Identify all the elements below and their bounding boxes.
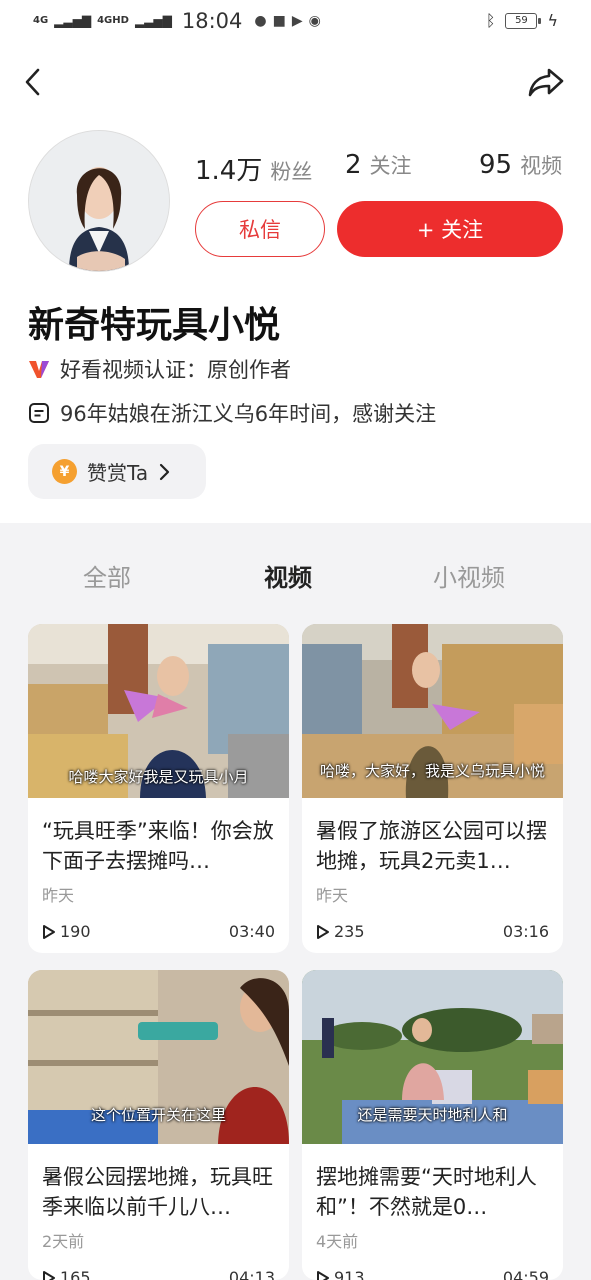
compass-icon: ◉ bbox=[308, 13, 321, 29]
reward-label: 赞赏Ta bbox=[87, 461, 149, 485]
video-thumbnail[interactable]: 还是需要天时地利人和 bbox=[302, 970, 563, 1144]
video-card[interactable]: 还是需要天时地利人和 摆地摊需要“天时地利人和”！不然就是0… 4天前 913 … bbox=[302, 970, 563, 1280]
video-duration: 04:13 bbox=[228, 1268, 275, 1280]
tab-all[interactable]: 全部 bbox=[83, 558, 131, 593]
videos-stat[interactable]: 95 视频 bbox=[479, 150, 562, 180]
videos-count: 95 bbox=[479, 150, 513, 180]
plays-count: 165 bbox=[60, 1268, 91, 1280]
profile-header: 4G ▂▃▅▇ 4GHD ▂▃▅▇ 18:04 ● ■ ▶ ◉ ᛒ 59 ϟ 1… bbox=[0, 0, 591, 523]
following-count: 2 bbox=[345, 150, 362, 180]
content-tabs: 全部 视频 小视频 bbox=[0, 548, 591, 604]
video-caption: 哈喽，大家好，我是义乌玩具小悦 bbox=[319, 762, 545, 780]
signal-label-2: 4GHD bbox=[97, 15, 129, 26]
fans-stat[interactable]: 1.4万 粉丝 bbox=[195, 150, 312, 187]
video-title[interactable]: 暑假公园摆地摊，玩具旺季来临以前千儿八… bbox=[42, 1162, 278, 1222]
description-text: 96年姑娘在浙江义乌6年时间，感谢关注 bbox=[60, 402, 437, 426]
charging-icon: ϟ bbox=[547, 11, 558, 30]
video-card[interactable]: 哈喽，大家好，我是义乌玩具小悦 暑假了旅游区公园可以摆地摊，玩具2元卖1… 昨天… bbox=[302, 624, 563, 953]
private-message-button[interactable]: 私信 bbox=[195, 201, 325, 257]
play-count-icon bbox=[43, 1270, 55, 1280]
bluetooth-icon: ᛒ bbox=[485, 11, 496, 30]
signal-bars-icon: ▂▃▅▇ bbox=[54, 14, 92, 28]
fans-count: 1.4万 bbox=[195, 156, 263, 186]
following-label: 关注 bbox=[369, 154, 412, 178]
follow-button[interactable]: + 关注 bbox=[337, 201, 563, 257]
plays-count: 235 bbox=[334, 922, 365, 941]
chevron-right-icon bbox=[160, 463, 170, 480]
reward-coin-icon: ¥ bbox=[52, 459, 77, 484]
video-time: 昨天 bbox=[42, 886, 75, 905]
profile-name: 新奇特玩具小悦 bbox=[28, 305, 281, 346]
avatar-portrait-image bbox=[29, 131, 169, 271]
video-time: 2天前 bbox=[42, 1232, 85, 1251]
signal-label-1: 4G bbox=[33, 15, 49, 26]
video-caption: 还是需要天时地利人和 bbox=[357, 1106, 508, 1124]
video-app-icon: ▶ bbox=[291, 13, 303, 29]
signal-bars-icon-2: ▂▃▅▇ bbox=[134, 14, 172, 28]
description-row: 96年姑娘在浙江义乌6年时间，感谢关注 bbox=[28, 398, 436, 428]
video-caption: 这个位置开关在这里 bbox=[90, 1106, 226, 1124]
avatar[interactable] bbox=[28, 130, 170, 272]
share-icon[interactable] bbox=[527, 66, 565, 98]
clock: 18:04 bbox=[181, 9, 243, 33]
certification-row: 好看视频认证：原创作者 bbox=[28, 354, 291, 384]
certification-text: 好看视频认证：原创作者 bbox=[60, 358, 291, 382]
video-title[interactable]: 暑假了旅游区公园可以摆地摊，玩具2元卖1… bbox=[316, 816, 552, 876]
battery-level: 59 bbox=[515, 14, 528, 26]
battery-icon: 59 bbox=[505, 12, 542, 29]
tab-videos[interactable]: 视频 bbox=[264, 558, 312, 593]
plays-count: 190 bbox=[60, 922, 91, 941]
bio-note-icon bbox=[29, 403, 49, 423]
videos-label: 视频 bbox=[520, 154, 563, 178]
video-duration: 03:40 bbox=[228, 922, 275, 941]
video-thumbnail[interactable]: 这个位置开关在这里 bbox=[28, 970, 289, 1144]
video-plays: 235 bbox=[316, 922, 365, 941]
video-plays: 190 bbox=[42, 922, 91, 941]
following-stat[interactable]: 2 关注 bbox=[345, 150, 412, 180]
wechat-icon: ● bbox=[254, 13, 267, 29]
tab-short-videos[interactable]: 小视频 bbox=[433, 558, 505, 593]
play-count-icon bbox=[43, 924, 55, 939]
video-time: 昨天 bbox=[316, 886, 349, 905]
video-caption: 哈喽大家好我是又玩具小月 bbox=[68, 768, 249, 786]
video-title[interactable]: 摆地摊需要“天时地利人和”！不然就是0… bbox=[316, 1162, 552, 1222]
video-thumbnail[interactable]: 哈喽，大家好，我是义乌玩具小悦 bbox=[302, 624, 563, 798]
video-time: 4天前 bbox=[316, 1232, 359, 1251]
plays-count: 913 bbox=[334, 1268, 365, 1280]
video-thumbnail[interactable]: 哈喽大家好我是又玩具小月 bbox=[28, 624, 289, 798]
video-plays: 913 bbox=[316, 1268, 365, 1280]
profile-stats: 1.4万 粉丝 2 关注 95 视频 bbox=[195, 150, 565, 190]
news-app-icon: ■ bbox=[272, 13, 286, 29]
video-duration: 04:59 bbox=[502, 1268, 549, 1280]
play-count-icon bbox=[317, 1270, 329, 1280]
verified-v-icon bbox=[29, 361, 49, 378]
video-title[interactable]: “玩具旺季”来临！你会放下面子去摆摊吗… bbox=[42, 816, 278, 876]
video-card[interactable]: 这个位置开关在这里 暑假公园摆地摊，玩具旺季来临以前千儿八… 2天前 165 0… bbox=[28, 970, 289, 1280]
play-count-icon bbox=[317, 924, 329, 939]
video-duration: 03:16 bbox=[502, 922, 549, 941]
reward-button[interactable]: ¥ 赞赏Ta bbox=[28, 444, 206, 499]
video-card[interactable]: 哈喽大家好我是又玩具小月 “玩具旺季”来临！你会放下面子去摆摊吗… 昨天 190… bbox=[28, 624, 289, 953]
fans-label: 粉丝 bbox=[270, 160, 313, 184]
status-bar: 4G ▂▃▅▇ 4GHD ▂▃▅▇ 18:04 ● ■ ▶ ◉ ᛒ 59 ϟ bbox=[0, 0, 591, 46]
video-plays: 165 bbox=[42, 1268, 91, 1280]
back-arrow-icon[interactable] bbox=[22, 66, 46, 98]
